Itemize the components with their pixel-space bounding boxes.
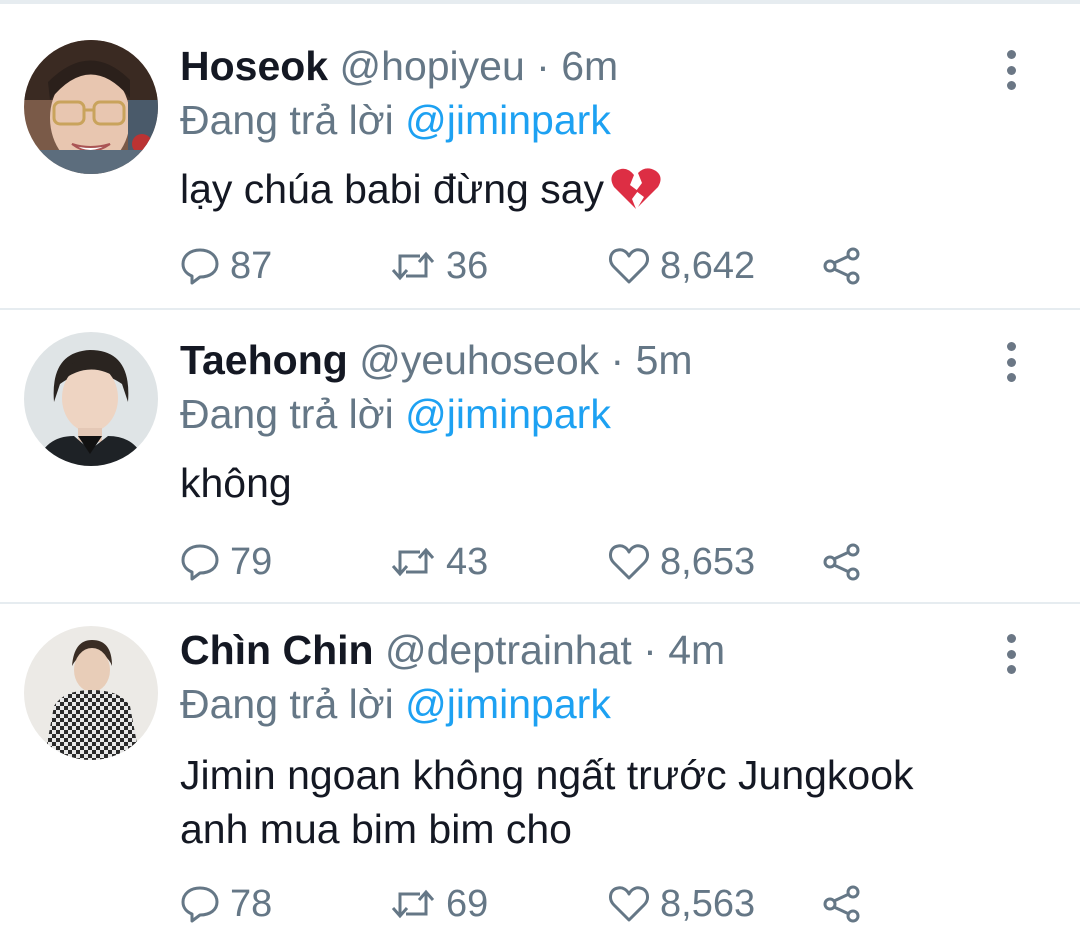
replying-to: Đang trả lời @jiminpark [180, 680, 611, 728]
timestamp[interactable]: 5m [636, 337, 693, 383]
tweet[interactable]: Taehong @yeuhoseok · 5m Đang trả lời @ji… [0, 310, 1080, 604]
user-handle[interactable]: @yeuhoseok [359, 337, 599, 383]
replying-to: Đang trả lời @jiminpark [180, 96, 611, 144]
replying-to-label: Đang trả lời [180, 391, 394, 437]
reply-icon [181, 544, 219, 581]
timestamp[interactable]: 4m [668, 627, 725, 673]
like-count: 8,563 [660, 882, 756, 925]
retweet-icon [391, 547, 435, 577]
more-menu-icon[interactable] [1000, 342, 1022, 382]
reply-button[interactable]: 79 [180, 538, 272, 586]
user-handle[interactable]: @hopiyeu [340, 43, 525, 89]
reply-icon [181, 886, 219, 923]
retweet-icon [391, 251, 435, 281]
like-button[interactable]: 8,642 [608, 242, 755, 290]
reply-button[interactable]: 78 [180, 880, 272, 928]
avatar[interactable] [24, 626, 158, 760]
broken-heart-emoji [610, 167, 662, 211]
share-icon [823, 885, 860, 923]
share-button[interactable] [822, 242, 862, 290]
tweet-actions: 78 69 8,563 [180, 880, 880, 928]
timestamp[interactable]: 6m [561, 43, 618, 89]
tweet[interactable]: Hoseok @hopiyeu · 6m Đang trả lời @jimin… [0, 4, 1080, 310]
share-button[interactable] [822, 538, 862, 586]
like-icon [609, 544, 649, 580]
replying-to-label: Đang trả lời [180, 681, 394, 727]
retweet-count: 36 [446, 244, 489, 287]
display-name[interactable]: Hoseok [180, 43, 328, 89]
mention-link[interactable]: @jiminpark [405, 681, 611, 727]
avatar[interactable] [24, 332, 158, 466]
mention-link[interactable]: @jiminpark [405, 391, 611, 437]
like-count: 8,642 [660, 244, 756, 287]
display-name[interactable]: Taehong [180, 337, 348, 383]
share-icon [823, 543, 860, 581]
more-menu-icon[interactable] [1000, 50, 1022, 90]
retweet-count: 43 [446, 540, 489, 583]
like-button[interactable]: 8,653 [608, 538, 755, 586]
tweet-header: Chìn Chin @deptrainhat · 4m [180, 626, 725, 674]
retweet-button[interactable]: 43 [390, 538, 488, 586]
replying-to: Đang trả lời @jiminpark [180, 390, 611, 438]
reply-button[interactable]: 87 [180, 242, 272, 290]
like-icon [609, 886, 649, 922]
retweet-icon [391, 889, 435, 919]
tweet-header: Hoseok @hopiyeu · 6m [180, 42, 618, 90]
user-handle[interactable]: @deptrainhat [385, 627, 632, 673]
reply-count: 87 [230, 244, 273, 287]
retweet-count: 69 [446, 882, 489, 925]
retweet-button[interactable]: 36 [390, 242, 488, 290]
avatar[interactable] [24, 40, 158, 174]
tweet-actions: 87 36 8,642 [180, 242, 880, 290]
like-count: 8,653 [660, 540, 756, 583]
like-icon [609, 248, 649, 284]
mention-link[interactable]: @jiminpark [405, 97, 611, 143]
more-menu-icon[interactable] [1000, 634, 1022, 674]
reply-count: 79 [230, 540, 273, 583]
replying-to-label: Đang trả lời [180, 97, 394, 143]
tweet-actions: 79 43 8,653 [180, 538, 880, 586]
display-name[interactable]: Chìn Chin [180, 627, 374, 673]
tweet-header: Taehong @yeuhoseok · 5m [180, 336, 693, 384]
tweet-text: không [180, 456, 1050, 510]
separator-dot: · [610, 337, 625, 383]
tweet-text-content: lạy chúa babi đừng say [180, 166, 605, 212]
like-button[interactable]: 8,563 [608, 880, 755, 928]
reply-count: 78 [230, 882, 273, 925]
tweet-text-line: anh mua bim bim cho [180, 806, 572, 852]
tweet-text: Jimin ngoan không ngất trước Jungkook an… [180, 748, 1050, 856]
tweet-text: lạy chúa babi đừng say [180, 162, 1050, 216]
tweet-text-content: không [180, 460, 292, 506]
separator-dot: · [536, 43, 550, 89]
tweet-text-line: Jimin ngoan không ngất trước Jungkook [180, 752, 914, 798]
separator-dot: · [643, 627, 657, 673]
reply-icon [181, 248, 219, 285]
share-icon [823, 247, 860, 285]
share-button[interactable] [822, 880, 862, 928]
tweet[interactable]: Chìn Chin @deptrainhat · 4m Đang trả lời… [0, 604, 1080, 934]
retweet-button[interactable]: 69 [390, 880, 488, 928]
